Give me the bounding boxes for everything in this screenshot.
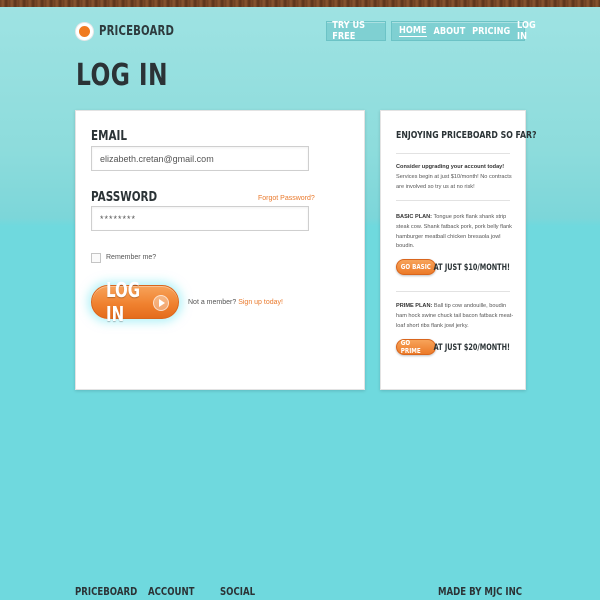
prime-plan-text: PRIME PLAN: Ball tip cow andouille, boud… (396, 302, 514, 331)
logo-circle-icon (76, 22, 93, 40)
footer-credit: MADE BY MJC INC (438, 585, 523, 598)
nav-pricing[interactable]: PRICING (473, 26, 511, 37)
try-us-free-button[interactable]: TRY US FREE (326, 20, 386, 42)
footer-social-heading: SOCIAL (220, 585, 256, 598)
top-wood-bar (0, 0, 600, 7)
basic-plan-heading: BASIC PLAN: (396, 214, 433, 220)
go-prime-label: GO PRIME (400, 339, 421, 355)
brand-name: PRICEBOARD (99, 23, 175, 39)
login-card: EMAIL elizabeth.cretan@gmail.com PASSWOR… (75, 110, 365, 390)
remember-me-checkbox[interactable] (91, 253, 101, 263)
upgrade-body: Services begin at just $10/month! No con… (396, 173, 512, 190)
basic-plan-text: BASIC PLAN: Tongue pork flank shank stri… (396, 213, 514, 252)
remember-me-label: Remember me? (106, 254, 157, 261)
password-field[interactable]: ******** (91, 206, 309, 231)
password-label: PASSWORD (91, 190, 158, 205)
divider (396, 200, 510, 201)
upgrade-sidebar: ENJOYING PRICEBOARD SO FAR? Consider upg… (380, 110, 537, 390)
nav-about[interactable]: ABOUT (433, 26, 465, 37)
log-in-button[interactable]: LOG IN (91, 278, 179, 326)
prime-plan-heading: PRIME PLAN: (396, 303, 433, 309)
go-basic-label: GO BASIC (400, 263, 432, 271)
main-nav: HOME ABOUT PRICING LOG IN (391, 20, 536, 42)
divider (396, 291, 510, 292)
footer-priceboard-heading: PRICEBOARD (75, 585, 138, 598)
try-us-free-label: TRY US FREE (332, 20, 366, 42)
upgrade-heading: Consider upgrading your account today! (396, 164, 505, 170)
go-basic-button[interactable]: GO BASIC (396, 259, 436, 275)
email-field[interactable]: elizabeth.cretan@gmail.com (91, 146, 309, 171)
nav-log-in[interactable]: LOG IN (517, 20, 536, 42)
not-member-text: Not a member? (188, 299, 237, 306)
signup-prompt: Not a member? Sign up today! (188, 299, 283, 306)
basic-price: AT JUST $10/MONTH! (433, 263, 510, 273)
sidebar-title: ENJOYING PRICEBOARD SO FAR? (396, 130, 537, 141)
brand-logo[interactable]: PRICEBOARD (76, 22, 195, 40)
email-label: EMAIL (91, 129, 127, 144)
play-arrow-icon (153, 295, 169, 311)
upgrade-text-block: Consider upgrading your account today! S… (396, 163, 514, 192)
page-title: LOG IN (76, 58, 168, 93)
go-prime-button[interactable]: GO PRIME (396, 339, 436, 355)
divider (396, 153, 510, 154)
prime-price: AT JUST $20/MONTH! (433, 343, 510, 353)
footer-account-heading: ACCOUNT (148, 585, 195, 598)
sign-up-link[interactable]: Sign up today! (238, 299, 283, 306)
forgot-password-link[interactable]: Forgot Password? (258, 195, 315, 202)
nav-home[interactable]: HOME (399, 25, 427, 37)
log-in-button-label: LOG IN (106, 278, 141, 326)
